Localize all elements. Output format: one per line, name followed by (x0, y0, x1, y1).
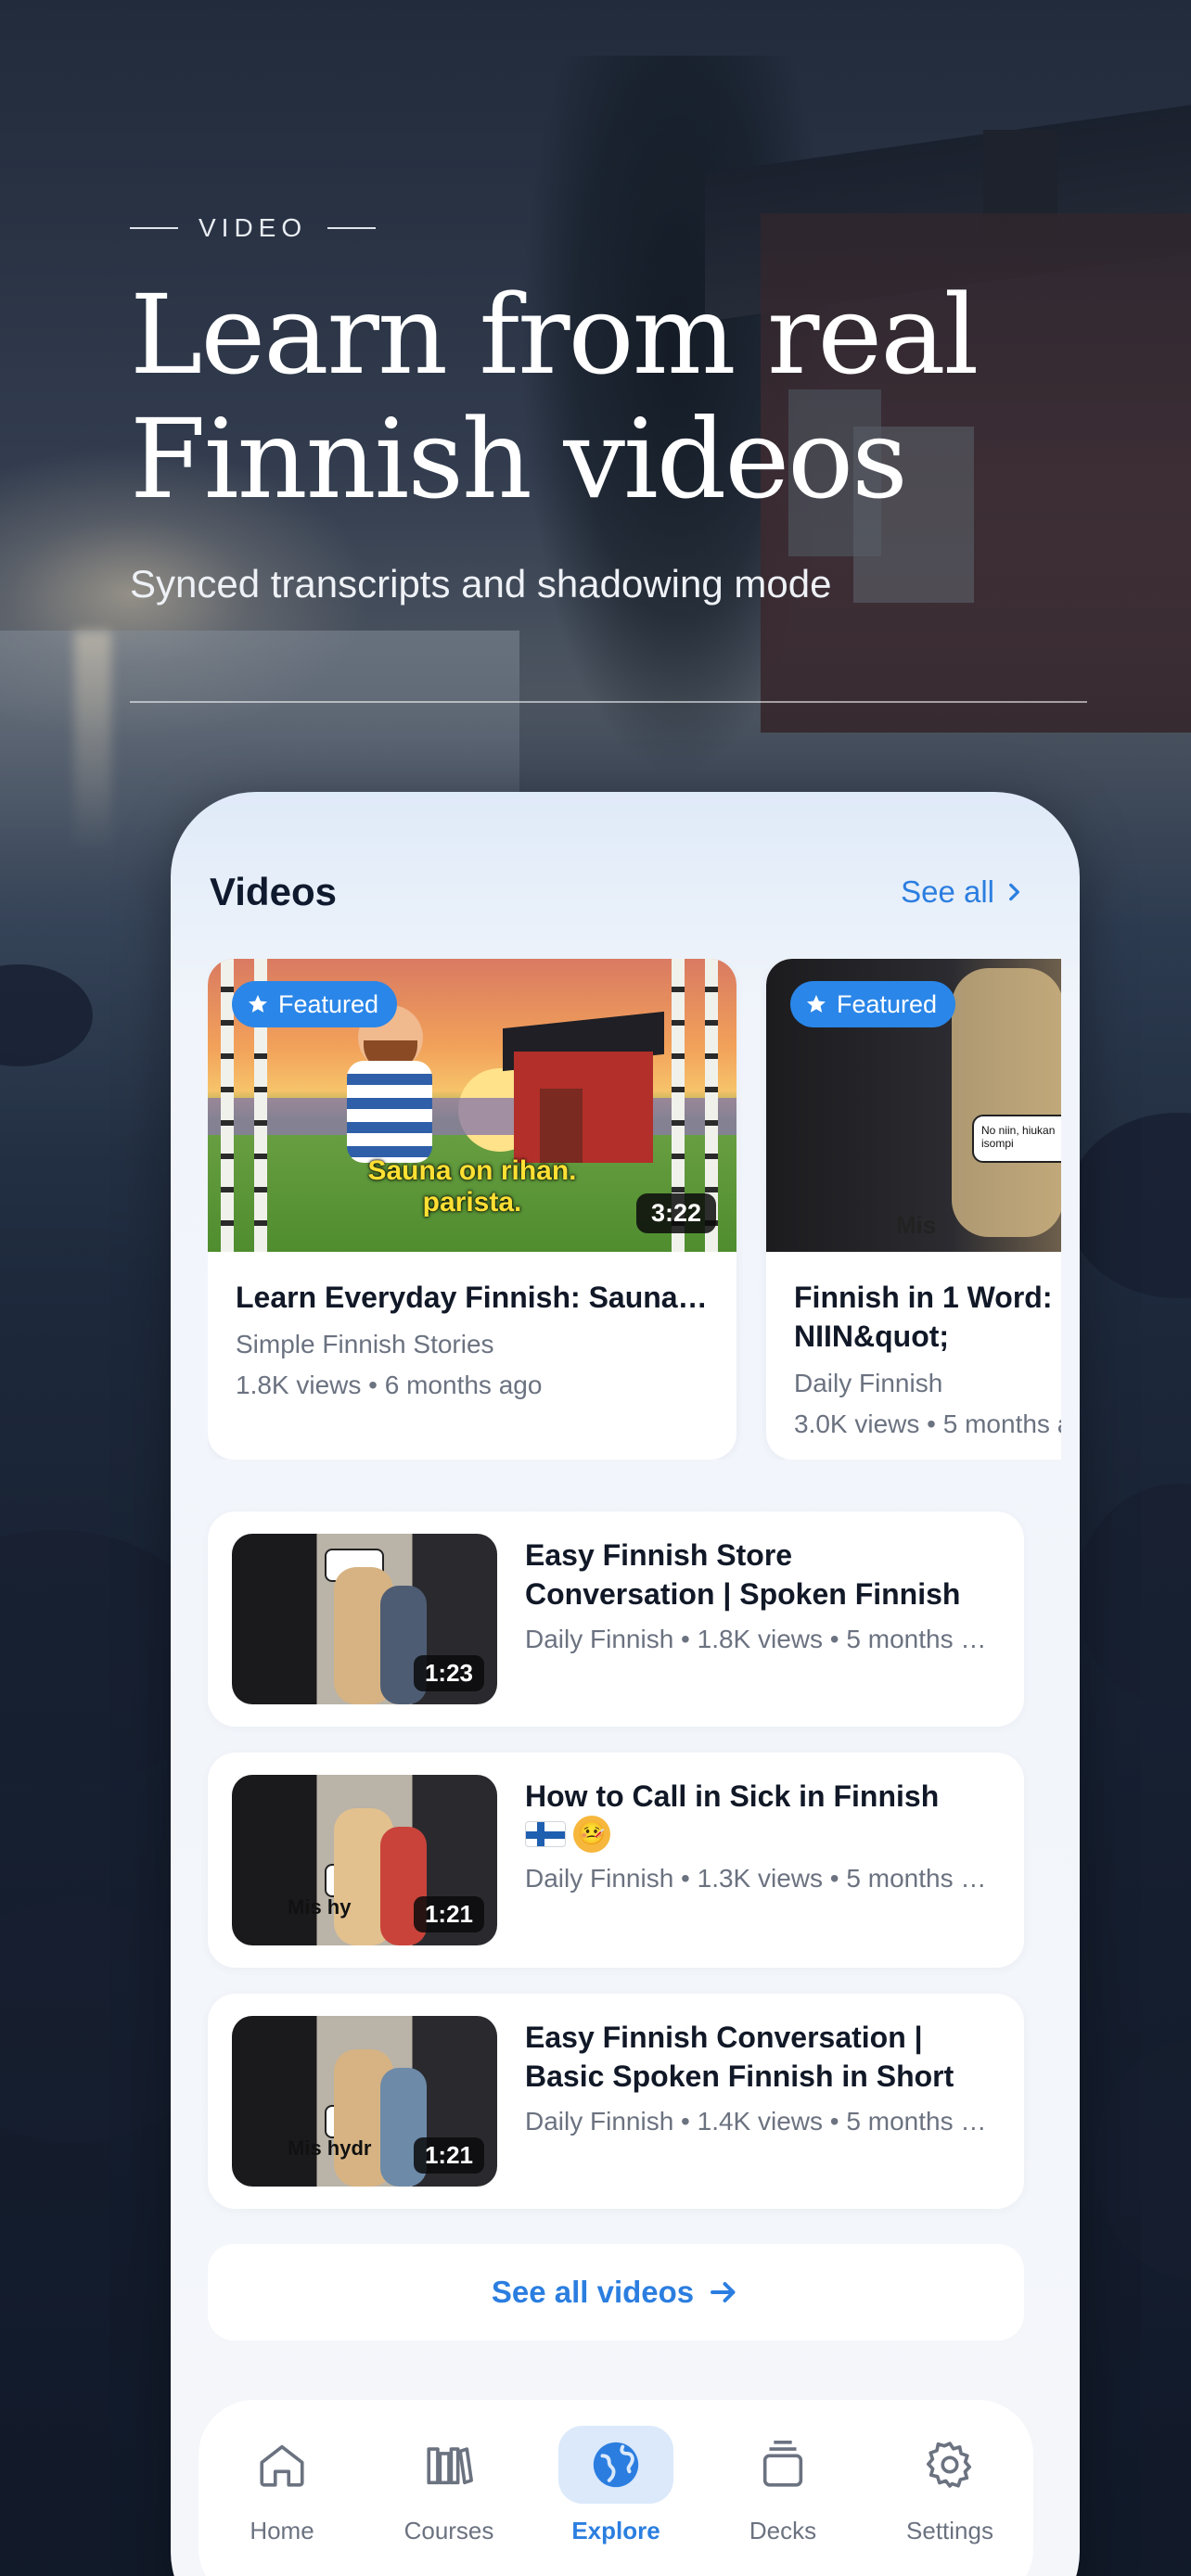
video-thumbnail: No niin, hiukan isompi Mis Featured (766, 959, 1061, 1252)
videos-section-header: Videos See all (210, 870, 1026, 914)
star-icon (807, 995, 826, 1013)
video-meta: Daily Finnish • 1.8K views • 5 months ag… (525, 1625, 989, 1653)
video-list-item[interactable]: Mis hy 1:21 How to Call in Sick in Finni… (208, 1753, 1024, 1968)
tab-label: Settings (906, 2517, 993, 2544)
duration-badge: 1:21 (413, 1896, 484, 1932)
video-list-item[interactable]: 1:23 Easy Finnish Store Conversation | S… (208, 1511, 1024, 1727)
headline-line-1: Learn from real (130, 271, 979, 399)
video-title: Finnish in 1 Word: &quot;NO NIIN&quot; (794, 1281, 1061, 1353)
video-list-item[interactable]: Mis hydr 1:21 Easy Finnish Conversation … (208, 1994, 1024, 2209)
tab-courses[interactable]: Courses (375, 2426, 523, 2545)
video-title: Learn Everyday Finnish: Sauna | Learn Fi… (236, 1281, 709, 1314)
tab-label: Courses (403, 2517, 494, 2544)
tab-label: Home (250, 2517, 314, 2544)
see-all-videos-button[interactable]: See all videos (208, 2244, 1024, 2340)
phone-mockup: Videos See all Sauna on rihan. parista. … (171, 792, 1080, 2576)
thumbnail-text: Mis (896, 1211, 937, 1239)
tab-explore[interactable]: Explore (542, 2426, 690, 2545)
chevron-right-icon (1009, 883, 1019, 901)
gear-icon (926, 2442, 972, 2488)
thumbnail-speech-bubble: No niin, hiukan isompi (972, 1115, 1061, 1163)
video-title: Easy Finnish Conversation | Basic Spoken… (525, 2021, 954, 2093)
tab-label: Decks (749, 2517, 817, 2544)
video-meta: Daily Finnish • 1.3K views • 5 months ag… (525, 1864, 989, 1893)
featured-video-card[interactable]: No niin, hiukan isompi Mis Featured Finn… (766, 959, 1061, 1460)
thumbnail-text: Mis hy (288, 1895, 352, 1919)
video-thumbnail: Mis hy 1:21 (232, 1775, 497, 1945)
see-all-label: See all (901, 874, 994, 909)
header-divider (130, 701, 1087, 703)
section-title: Videos (210, 870, 337, 913)
eyebrow-rule-left (130, 227, 178, 229)
headline: Learn from real Finnish videos (130, 273, 1087, 521)
duration-badge: 1:23 (413, 1655, 484, 1691)
featured-badge: Featured (790, 981, 956, 1027)
hero-header: VIDEO Learn from real Finnish videos Syn… (130, 213, 1087, 606)
tab-label: Explore (571, 2517, 660, 2544)
featured-badge: Featured (232, 981, 398, 1027)
finland-flag-icon (525, 1821, 566, 1847)
tab-home[interactable]: Home (208, 2426, 356, 2545)
eyebrow: VIDEO (130, 213, 1087, 243)
channel-name: Simple Finnish Stories (236, 1330, 494, 1358)
see-all-link[interactable]: See all (901, 874, 1026, 910)
star-icon (249, 995, 267, 1013)
tab-decks[interactable]: Decks (709, 2426, 857, 2545)
duration-badge: 3:22 (635, 1193, 716, 1233)
featured-carousel[interactable]: Sauna on rihan. parista. Featured 3:22 L… (208, 959, 1061, 1460)
featured-video-card[interactable]: Sauna on rihan. parista. Featured 3:22 L… (208, 959, 736, 1460)
subtitle: Synced transcripts and shadowing mode (130, 562, 832, 606)
eyebrow-rule-right (327, 227, 377, 229)
video-meta: 1.8K views • 6 months ago (236, 1371, 543, 1399)
see-all-videos-label: See all videos (491, 2275, 695, 2309)
video-title: How to Call in Sick in Finnish 🤒 (525, 1777, 989, 1853)
video-meta: 3.0K views • 5 months ago (794, 1409, 1061, 1438)
cards-icon (762, 2441, 803, 2487)
tab-settings[interactable]: Settings (876, 2426, 1024, 2545)
books-icon (427, 2447, 473, 2485)
arrow-right-icon (711, 2282, 736, 2302)
thumbnail-text: Mis hydr (288, 2136, 372, 2160)
duration-badge: 1:21 (413, 2137, 484, 2174)
bottom-tab-bar: Home Courses Explore Decks Settings (198, 2400, 1033, 2576)
globe-icon (593, 2442, 639, 2488)
headline-line-2: Finnish videos (130, 395, 908, 523)
video-title: Easy Finnish Store Conversation | Spoken… (525, 1538, 961, 1611)
video-thumbnail: Mis hydr 1:21 (232, 2016, 497, 2187)
sick-face-icon: 🤒 (573, 1816, 610, 1853)
home-icon (260, 2444, 304, 2487)
video-meta: Daily Finnish • 1.4K views • 5 months ag… (525, 2107, 989, 2136)
video-thumbnail: Sauna on rihan. parista. Featured 3:22 (208, 959, 736, 1252)
channel-name: Daily Finnish (794, 1369, 943, 1397)
eyebrow-label: VIDEO (198, 213, 308, 242)
video-thumbnail: 1:23 (232, 1534, 497, 1704)
